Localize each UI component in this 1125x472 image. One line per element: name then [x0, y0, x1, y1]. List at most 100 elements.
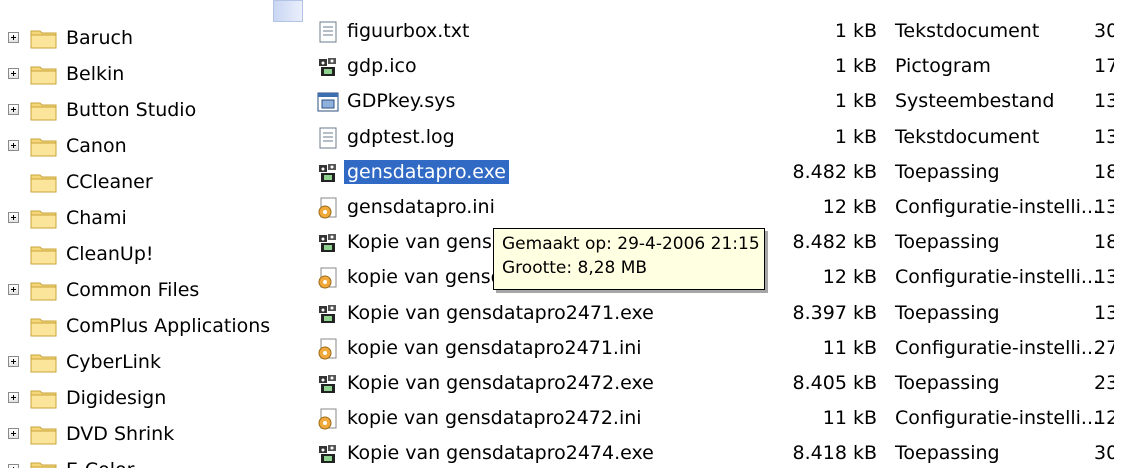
file-row[interactable]: Kopie van gensdatapro2474.exe 8.418 kB Toe… [304, 436, 1125, 472]
expand-toggle-icon[interactable] [8, 284, 19, 295]
config-icon [316, 407, 340, 431]
file-type: Tekstdocument [895, 125, 1040, 148]
file-name[interactable]: Kopie van gensdatapro2472.exe [344, 371, 657, 395]
file-date: 18 [1094, 231, 1114, 254]
folder-icon [30, 207, 58, 229]
app-icon [316, 372, 340, 396]
scrollbar-thumb[interactable] [273, 0, 303, 22]
file-date: 13 [1094, 301, 1114, 324]
file-size: 8.418 kB [792, 442, 877, 465]
tooltip-created: Gemaakt op: 29-4-2006 21:15 [502, 234, 760, 254]
file-row[interactable]: kopie van gensdatapro2472.ini 11 kB Config… [304, 401, 1125, 437]
file-type: Toepassing [895, 372, 1000, 394]
tree-item-label: Canon [66, 135, 127, 157]
file-name[interactable]: GDPkey.sys [344, 89, 458, 113]
file-type: Configuratie-instelli... [895, 407, 1100, 430]
tree-item-label: ComPlus Applications [66, 315, 271, 337]
tree-item-label: Chami [66, 207, 127, 229]
config-icon [316, 266, 340, 290]
file-row[interactable]: Kopie van gensdatapro2471.exe 8.397 kB Toe… [304, 296, 1125, 332]
file-date: 13 [1094, 266, 1114, 289]
folder-icon [30, 135, 58, 157]
folder-icon [30, 387, 58, 409]
file-row[interactable]: Kopie van gensdatapro2472.exe 8.405 kB Toe… [304, 366, 1125, 402]
folder-icon [30, 423, 58, 445]
file-name[interactable]: figuurbox.txt [344, 19, 472, 43]
expand-toggle-icon[interactable] [8, 464, 19, 468]
file-size: 8.482 kB [792, 231, 877, 254]
file-name[interactable]: kopie van gensdatapro2472.ini [344, 406, 645, 430]
file-type: Systeembestand [895, 90, 1055, 113]
file-row[interactable]: kopie van gensdatapro2471.ini 11 kB Config… [304, 331, 1125, 367]
file-date: 27 [1094, 336, 1114, 359]
file-date: 17 [1094, 55, 1114, 78]
file-name[interactable]: gensdatapro.exe [344, 159, 509, 184]
file-date: 12 [1094, 407, 1114, 430]
expand-toggle-icon[interactable] [8, 392, 19, 403]
tree-item-label: CCleaner [66, 171, 153, 193]
file-row[interactable]: figuurbox.txt 1 kB Tekstdocument 30 [304, 14, 1125, 50]
expand-toggle-icon[interactable] [8, 104, 19, 115]
folder-icon [30, 99, 58, 121]
file-name[interactable]: Kopie van gensdatapro2471.exe [344, 301, 657, 325]
file-size: 8.482 kB [792, 160, 877, 183]
tree-item-label: DVD Shrink [66, 423, 175, 445]
file-type: Tekstdocument [895, 20, 1040, 42]
tree-item-label: Baruch [66, 27, 134, 49]
file-tooltip: Gemaakt op: 29-4-2006 21:15 Grootte: 8,2… [493, 228, 765, 290]
expand-toggle-icon[interactable] [8, 32, 19, 43]
file-date: 13 [1094, 196, 1114, 218]
expand-toggle-icon[interactable] [8, 68, 19, 79]
file-name[interactable]: gensdatapro.ini [344, 195, 498, 219]
app-icon [316, 231, 340, 255]
tree-item-label: Button Studio [66, 99, 197, 121]
tree-item-label: CleanUp! [66, 243, 154, 265]
text-icon [316, 126, 340, 150]
tooltip-size: Grootte: 8,28 MB [502, 258, 648, 278]
expand-toggle-icon[interactable] [8, 140, 19, 151]
expand-toggle-icon[interactable] [8, 212, 19, 223]
file-size: 1 kB [834, 90, 877, 113]
folder-icon [30, 315, 58, 337]
file-name[interactable]: gdp.ico [344, 54, 420, 78]
app-icon [316, 55, 340, 79]
file-type: Pictogram [895, 55, 991, 78]
text-icon [316, 20, 340, 44]
file-date: 30 [1094, 20, 1114, 42]
file-size: 12 kB [822, 196, 877, 218]
tree-item-label: Digidesign [66, 387, 167, 409]
file-size: 8.397 kB [792, 301, 877, 324]
file-name[interactable]: Kopie van gensdatapro2474.exe [344, 441, 657, 465]
file-size: 1 kB [834, 20, 877, 42]
folder-icon [30, 63, 58, 85]
folder-icon [30, 351, 58, 373]
file-type: Toepassing [895, 442, 1000, 465]
expand-toggle-icon[interactable] [8, 356, 19, 367]
file-type: Toepassing [895, 231, 1000, 254]
config-icon [316, 196, 340, 220]
file-size: 12 kB [822, 266, 877, 289]
file-size: 11 kB [822, 407, 877, 430]
file-size: 1 kB [834, 125, 877, 148]
tree-item-label: Common Files [66, 279, 200, 301]
file-size: 8.405 kB [792, 372, 877, 394]
file-name[interactable]: kopie van gensdatapro2471.ini [344, 336, 645, 360]
file-row[interactable]: gensdatapro.exe 8.482 kB Toepassing 18 [304, 155, 1125, 191]
file-row[interactable]: gdptest.log 1 kB Tekstdocument 13 [304, 120, 1125, 156]
file-date: 13 [1094, 125, 1114, 148]
file-name[interactable]: gdptest.log [344, 125, 458, 149]
file-type: Configuratie-instelli... [895, 196, 1100, 218]
app-icon [316, 302, 340, 326]
file-date: 13 [1094, 90, 1114, 113]
file-date: 18 [1094, 160, 1114, 183]
folder-icon [30, 279, 58, 301]
file-row[interactable]: gdp.ico 1 kB Pictogram 17 [304, 49, 1125, 85]
folder-icon [30, 27, 58, 49]
file-date: 23 [1094, 372, 1114, 394]
config-icon [316, 337, 340, 361]
file-row[interactable]: gensdatapro.ini 12 kB Configuratie-instell… [304, 190, 1125, 226]
folder-tree: Baruch Belkin Button Studio Canon CCleaner Ch… [0, 0, 272, 468]
file-row[interactable]: GDPkey.sys 1 kB Systeembestand 13 [304, 84, 1125, 120]
system-file-icon [316, 90, 340, 114]
expand-toggle-icon[interactable] [8, 428, 19, 439]
